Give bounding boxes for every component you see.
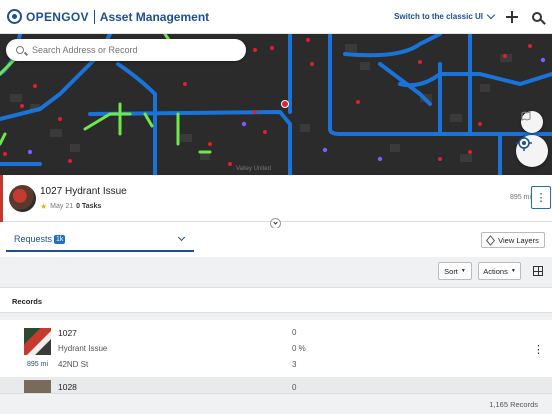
layers-icon (486, 234, 496, 246)
record-street: 42ND St (58, 360, 89, 369)
more-vertical-icon[interactable]: ⋮ (531, 186, 551, 209)
app-title: Asset Management (99, 9, 210, 24)
map-search-bar[interactable] (6, 39, 246, 61)
records-footer: 1,165 Records (0, 393, 552, 414)
record-distance: 895 mi (510, 194, 532, 201)
record-title: 1027 Hydrant Issue (40, 186, 127, 197)
records-header: Records (0, 287, 552, 313)
tabs-bar: Requests 1k View Layers (0, 228, 552, 256)
chevron-down-icon (177, 233, 186, 242)
record-count: 3 (292, 360, 297, 369)
record-thumbnail (9, 185, 36, 212)
record-tasks: 0 Tasks (76, 203, 102, 210)
grid-icon[interactable] (533, 266, 543, 276)
opengov-logo-icon (7, 9, 22, 24)
map-view[interactable]: Valley United (0, 34, 552, 175)
record-meta: ★ May 21 0 Tasks (40, 202, 101, 211)
caret-down-icon: ▼ (460, 268, 466, 274)
record-id: 1027 (58, 328, 77, 338)
locate-icon (516, 135, 532, 151)
records-toolbar: Sort ▼ Actions ▼ (0, 257, 552, 287)
logo-divider (93, 9, 95, 24)
sort-label: Sort (444, 266, 458, 276)
star-icon: ★ (40, 202, 48, 211)
record-thumbnail (24, 328, 51, 355)
map-layers-button[interactable] (521, 111, 543, 133)
table-row[interactable]: 1027 Hydrant Issue 42ND St 895 mi 0 0 % … (0, 320, 552, 377)
caret-down-icon: ▼ (510, 268, 516, 274)
search-icon (16, 46, 24, 54)
record-value: 0 (292, 328, 297, 337)
logo-text: OPENGOV (26, 9, 89, 24)
plus-icon[interactable] (506, 10, 518, 23)
actions-label: Actions (483, 266, 508, 276)
record-distance: 895 mi (27, 361, 49, 368)
records-count: 1,165 Records (489, 400, 538, 409)
more-vertical-icon[interactable]: ⋮ (533, 343, 544, 356)
map-icon (521, 111, 531, 121)
actions-button[interactable]: Actions ▼ (478, 262, 521, 280)
app-header: OPENGOV Asset Management Switch to the c… (0, 0, 552, 34)
record-thumbnail (24, 380, 51, 393)
logo[interactable]: OPENGOV Asset Management (7, 9, 209, 24)
record-accent-bar (0, 175, 3, 222)
map-buildings (10, 44, 512, 162)
table-row[interactable]: 1028 0 (0, 377, 552, 393)
chevron-down-icon (486, 10, 496, 20)
requests-label: Requests (14, 234, 53, 244)
locate-button[interactable] (516, 135, 548, 167)
chevron-down-icon (273, 220, 278, 225)
switch-classic-label: Switch to the classic UI (394, 12, 483, 21)
header-actions: Switch to the classic UI (394, 10, 542, 23)
switch-classic-link[interactable]: Switch to the classic UI (394, 10, 496, 21)
search-input[interactable] (32, 45, 232, 55)
record-type: Hydrant Issue (58, 344, 108, 353)
view-layers-label: View Layers (498, 235, 539, 245)
view-layers-button[interactable]: View Layers (481, 232, 545, 248)
search-icon[interactable] (532, 11, 542, 22)
sort-button[interactable]: Sort ▼ (438, 262, 472, 280)
record-date: May 21 (50, 203, 74, 210)
tab-requests[interactable]: Requests 1k (6, 228, 194, 252)
records-title: Records (12, 297, 43, 306)
records-panel: Records 1027 Hydrant Issue 42ND St 895 m… (0, 287, 552, 414)
record-value: 0 (292, 383, 297, 392)
map-place-label: Valley United (236, 166, 271, 172)
selected-record-card[interactable]: 1027 Hydrant Issue ★ May 21 0 Tasks 895 … (0, 175, 552, 222)
record-id: 1028 (58, 382, 77, 392)
record-percent: 0 % (292, 344, 306, 353)
requests-count-badge: 1k (54, 234, 66, 244)
